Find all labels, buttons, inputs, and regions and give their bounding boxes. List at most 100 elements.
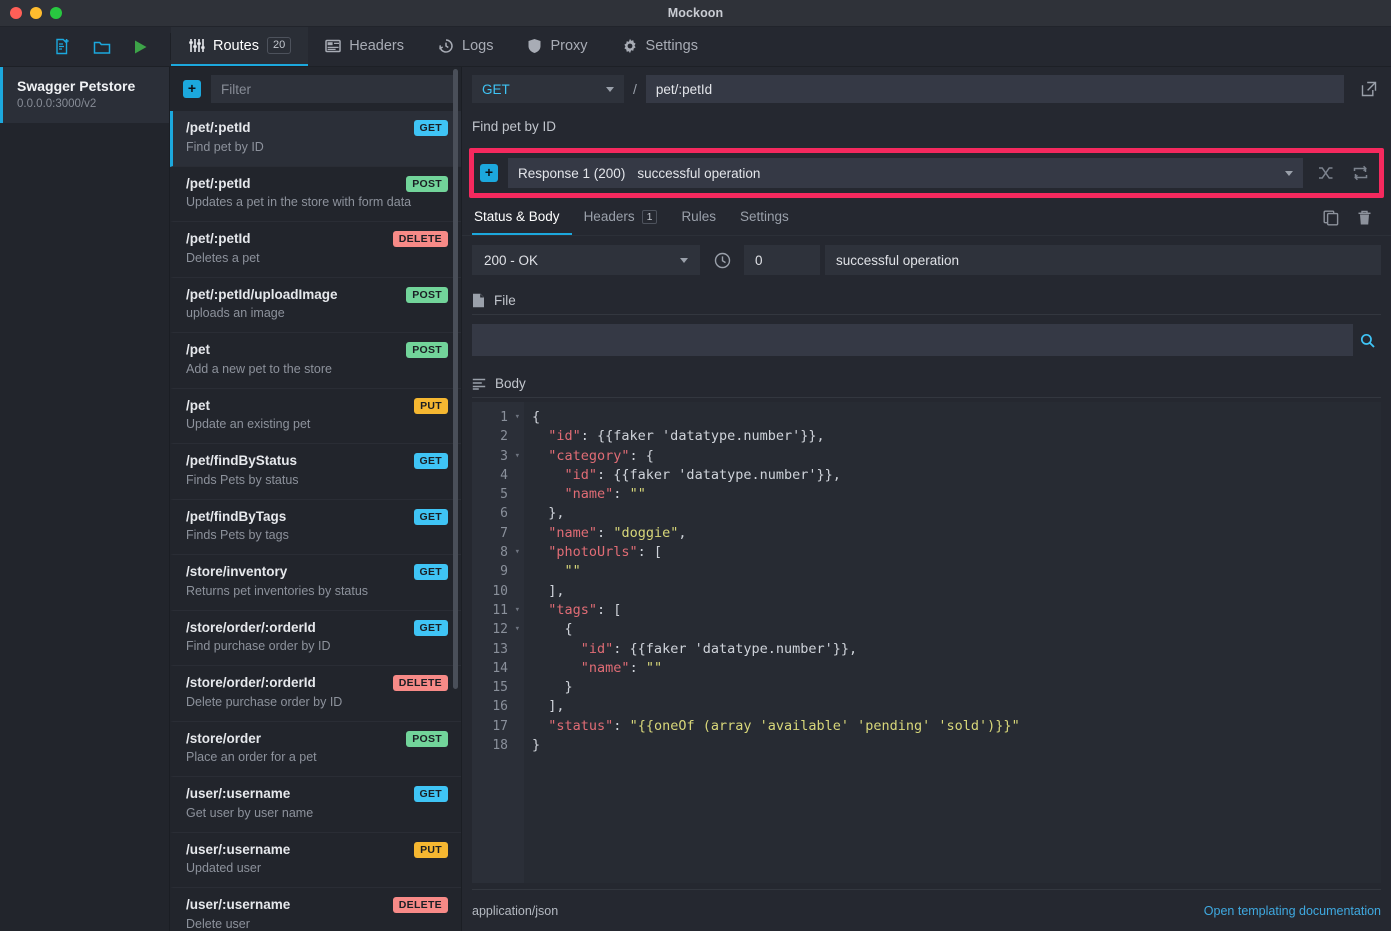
tab-proxy[interactable]: Proxy — [510, 27, 604, 66]
route-list-item[interactable]: /store/order/:orderId GET Find purchase or… — [170, 611, 461, 666]
duplicate-response-button[interactable] — [1314, 200, 1348, 235]
environment-url: 0.0.0.0:3000/v2 — [17, 98, 97, 110]
body-code-editor[interactable]: 1 ▾ 2 3 ▾ 4 5 6 7 8 ▾ 9 10 11 ▾ 12 ▾ 13 14 15 16 17 18 { "id":… — [472, 402, 1381, 883]
tab-headers[interactable]: Headers — [308, 27, 421, 66]
templating-documentation-link[interactable]: Open templating documentation — [1204, 904, 1381, 918]
routes-filter-input[interactable] — [211, 75, 453, 103]
file-row — [462, 315, 1391, 366]
route-list-item[interactable]: /store/order/:orderId DELETE Delete purcha… — [170, 666, 461, 722]
response-chevron-down-icon — [1285, 170, 1293, 176]
route-list-item[interactable]: /user/:username DELETE Delete user — [170, 888, 461, 931]
route-documentation-bar — [462, 111, 1391, 141]
latency-input[interactable] — [744, 245, 820, 275]
minimize-window-button[interactable] — [30, 7, 42, 19]
response-select[interactable]: Response 1 (200) successful operation — [508, 158, 1303, 188]
delete-response-button[interactable] — [1348, 200, 1381, 235]
body-section-title: Body — [462, 366, 1391, 397]
routes-list[interactable]: /pet/:petId GET Find pet by ID/pet/:petId P… — [170, 111, 461, 931]
line-number: 15 — [492, 680, 508, 696]
route-path: /pet/:petId — [186, 120, 251, 135]
repeat-icon[interactable] — [1348, 165, 1373, 181]
tab-routes[interactable]: Routes 20 — [171, 27, 309, 66]
tab-settings[interactable]: Settings — [605, 27, 715, 66]
route-method-badge: DELETE — [392, 675, 448, 691]
editor-footer: application/json Open templating documen… — [472, 889, 1381, 931]
http-method-select[interactable]: GET — [472, 75, 624, 103]
route-list-item[interactable]: /pet/:petId DELETE Deletes a pet — [170, 222, 461, 278]
route-list-item[interactable]: /user/:username PUT Updated user — [170, 833, 461, 888]
new-environment-icon[interactable] — [54, 38, 71, 55]
route-path: /store/order/:orderId — [186, 619, 316, 635]
status-code-select[interactable]: 200 - OK — [472, 245, 700, 275]
status-code-value: 200 - OK — [484, 252, 539, 268]
route-list-item[interactable]: /store/inventory GET Returns pet inventori… — [170, 555, 461, 611]
add-route-button[interactable]: + — [183, 80, 201, 98]
route-list-item[interactable]: /pet/findByTags GET Finds Pets by tags — [170, 500, 461, 555]
route-list-item[interactable]: /store/order POST Place an order for a pet — [170, 722, 461, 777]
fold-toggle-icon[interactable]: ▾ — [515, 620, 520, 639]
chevron-down-icon — [606, 86, 614, 92]
route-method-badge: DELETE — [392, 231, 448, 247]
line-number: 18 — [492, 738, 508, 754]
maximize-window-button[interactable] — [50, 7, 62, 19]
code-content[interactable]: { "id": {{faker 'datatype.number'}}, "ca… — [524, 402, 1381, 883]
route-path: /user/:username — [186, 841, 291, 857]
route-description: Update an existing pet — [186, 417, 311, 432]
route-description: Find purchase order by ID — [186, 639, 331, 654]
route-method-badge: POST — [406, 286, 448, 303]
route-list-item[interactable]: /pet/:petId/uploadImage POST uploads an im… — [170, 278, 461, 333]
status-chevron-down-icon — [680, 257, 688, 263]
window-titlebar: Mockoon — [0, 0, 1391, 27]
route-description: Updated user — [186, 861, 262, 876]
endpoint-input[interactable] — [645, 75, 1344, 103]
fold-toggle-icon[interactable]: ▾ — [515, 447, 520, 466]
add-response-button[interactable]: + — [480, 164, 498, 182]
response-label-input[interactable] — [825, 245, 1381, 275]
line-number: 13 — [492, 641, 508, 657]
route-path: /pet/findByTags — [186, 508, 287, 524]
shuffle-icon[interactable] — [1313, 165, 1338, 181]
browse-icon[interactable] — [1353, 333, 1381, 348]
body-section-label: Body — [495, 376, 526, 391]
start-server-icon[interactable] — [133, 39, 148, 55]
route-path: /pet/:petId — [186, 175, 251, 191]
route-list-item[interactable]: /user/:username GET Get user by user name — [170, 777, 461, 833]
tab-settings-label: Settings — [645, 37, 698, 54]
route-list-item[interactable]: /pet/findByStatus GET Finds Pets by status — [170, 444, 461, 500]
route-list-item[interactable]: /pet/:petId POST Updates a pet in the stor… — [170, 167, 461, 222]
response-tabs: Status & Body Headers 1 Rules Settings — [462, 200, 1391, 236]
line-number: 10 — [492, 583, 508, 599]
tab-status-body-label: Status & Body — [474, 209, 560, 224]
line-number: 1 ▾ — [472, 408, 524, 427]
environment-item-swagger-petstore[interactable]: Swagger Petstore 0.0.0.0:3000/v2 — [0, 67, 169, 123]
sliders-icon — [188, 38, 205, 53]
route-method-badge: GET — [413, 564, 448, 580]
fold-toggle-icon[interactable]: ▾ — [515, 543, 520, 562]
tab-logs[interactable]: Logs — [421, 27, 510, 66]
tab-response-headers[interactable]: Headers 1 — [572, 200, 670, 235]
tab-response-settings[interactable]: Settings — [728, 200, 801, 235]
tab-status-body[interactable]: Status & Body — [472, 200, 572, 235]
route-list-item[interactable]: /pet/:petId GET Find pet by ID — [170, 111, 461, 167]
route-description: Finds Pets by status — [186, 472, 299, 487]
line-number: 5 — [500, 487, 508, 503]
tab-response-headers-badge: 1 — [641, 209, 658, 224]
response-status-row: 200 - OK — [462, 236, 1391, 283]
route-documentation-input[interactable] — [472, 114, 1381, 138]
route-method-badge: POST — [406, 342, 448, 358]
open-environment-icon[interactable] — [93, 39, 111, 55]
file-path-input[interactable] — [472, 324, 1353, 356]
line-number: 8 ▾ — [472, 543, 524, 562]
route-list-item[interactable]: /pet POST Add a new pet to the store — [170, 333, 461, 389]
shield-icon — [527, 38, 542, 54]
routes-scrollbar[interactable] — [453, 69, 458, 689]
line-number: 11 ▾ — [472, 601, 524, 620]
close-window-button[interactable] — [10, 7, 22, 19]
route-method-badge: GET — [413, 120, 448, 136]
route-list-item[interactable]: /pet PUT Update an existing pet — [170, 389, 461, 444]
fold-toggle-icon[interactable]: ▾ — [515, 601, 520, 620]
fold-toggle-icon[interactable]: ▾ — [515, 408, 520, 427]
line-number: 16 — [492, 699, 508, 715]
open-in-browser-icon[interactable] — [1353, 81, 1383, 97]
tab-rules[interactable]: Rules — [669, 200, 728, 235]
